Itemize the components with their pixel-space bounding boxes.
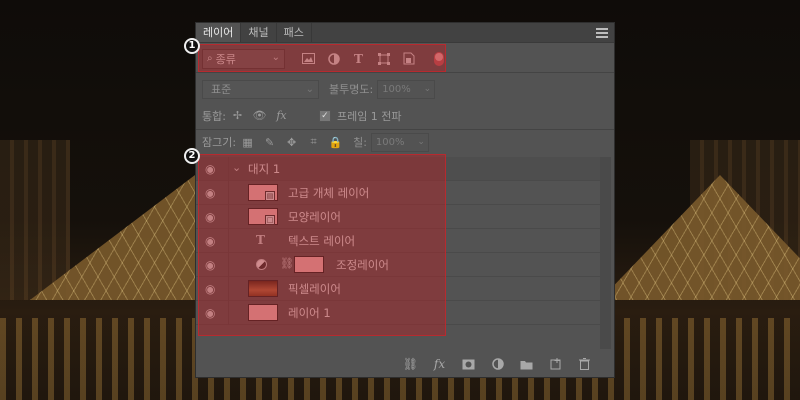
propagate-frame-label: 프레임 1 전파 — [336, 109, 402, 123]
new-adjustment-icon[interactable] — [490, 357, 505, 372]
marker-two: 2 — [184, 148, 200, 164]
panel-menu-icon[interactable] — [596, 28, 608, 38]
lock-row: 잠그기: ▦ ✎ ✥ ⌗ 🔒 칠: 100% ⌄ — [196, 128, 614, 156]
opacity-field[interactable]: 100% ⌄ — [377, 79, 436, 99]
marker-one: 1 — [184, 38, 200, 54]
propagate-frame-checkbox[interactable]: ✓ — [318, 109, 331, 122]
lock-brush-icon[interactable]: ✎ — [262, 135, 277, 150]
fill-field[interactable]: 100% ⌄ — [370, 132, 429, 152]
fill-label: 칠: — [353, 136, 367, 149]
tab-channels[interactable]: 채널 — [241, 23, 277, 42]
chevron-down-icon: ⌄ — [417, 136, 425, 147]
lock-all-icon[interactable]: 🔒 — [328, 135, 343, 150]
background-pyramid-right — [600, 175, 800, 300]
panel-bottom-toolbar: ⛓ fx — [196, 351, 614, 377]
new-group-icon[interactable] — [519, 357, 534, 372]
trash-icon[interactable] — [577, 357, 592, 372]
unify-position-icon[interactable]: ✢ — [230, 108, 245, 123]
unify-row: 통합: ✢ 👁 fx ✓ 프레임 1 전파 — [196, 102, 614, 130]
highlight-layers-region — [198, 154, 446, 336]
lock-label: 잠그기: — [202, 136, 237, 149]
layers-scrollbar[interactable] — [600, 157, 611, 349]
opacity-value: 100% — [382, 83, 411, 95]
lock-icons: ▦ ✎ ✥ ⌗ 🔒 — [240, 135, 343, 150]
lock-artboard-icon[interactable]: ⌗ — [306, 135, 321, 150]
blend-row: 표준 ⌄ 불투명도: 100% ⌄ — [196, 75, 614, 103]
lock-move-icon[interactable]: ✥ — [284, 135, 299, 150]
lock-transparent-icon[interactable]: ▦ — [240, 135, 255, 150]
unify-style-icon[interactable]: fx — [274, 108, 289, 123]
blend-mode-label: 표준 — [211, 82, 232, 96]
chevron-down-icon: ⌄ — [423, 83, 432, 94]
highlight-filter-region — [198, 44, 446, 72]
link-layers-icon[interactable]: ⛓ — [403, 357, 418, 372]
tab-layers[interactable]: 레이어 — [196, 23, 242, 42]
add-mask-icon[interactable] — [461, 357, 476, 372]
chevron-down-icon: ⌄ — [305, 83, 314, 95]
tab-paths[interactable]: 패스 — [277, 23, 312, 42]
panel-tabbar: 레이어 채널 패스 — [196, 23, 614, 43]
new-layer-icon[interactable] — [548, 357, 563, 372]
unify-icons: ✢ 👁 fx — [230, 108, 289, 123]
blend-mode-select[interactable]: 표준 ⌄ — [202, 79, 319, 99]
opacity-label: 불투명도: — [329, 83, 374, 96]
unify-label: 통합: — [202, 109, 226, 123]
unify-visibility-icon[interactable]: 👁 — [252, 108, 267, 123]
fill-value: 100% — [375, 136, 405, 148]
fx-icon[interactable]: fx — [432, 357, 447, 372]
